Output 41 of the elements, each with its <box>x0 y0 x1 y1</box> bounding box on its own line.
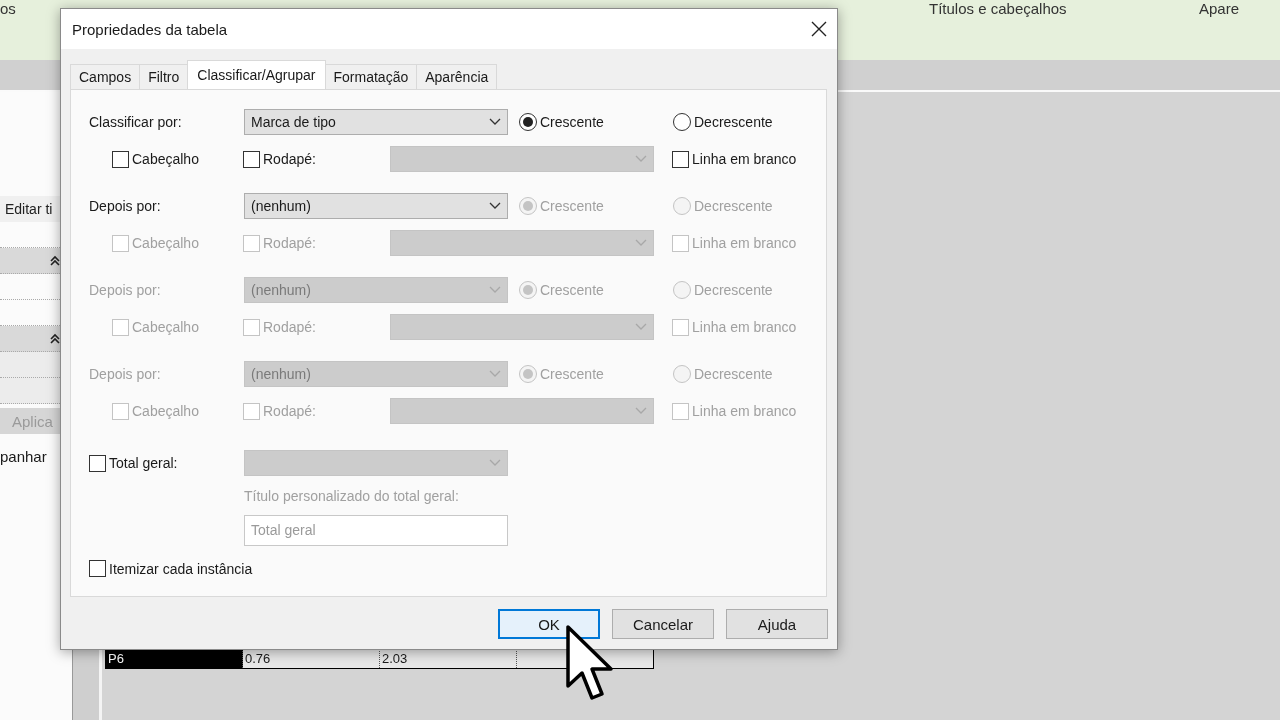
sort-label: Depois por: <box>89 366 162 382</box>
grand-total-dropdown[interactable] <box>244 450 508 476</box>
dialog-button[interactable]: Ajuda <box>726 609 828 639</box>
chevron-down-icon <box>489 286 501 294</box>
ribbon-panel-title: os <box>0 0 16 17</box>
dialog-title: Propriedades da tabela <box>72 20 228 38</box>
sort-label: Depois por: <box>89 198 162 214</box>
dialog-button[interactable]: Cancelar <box>612 609 714 639</box>
ribbon-panel-title: Apare <box>1199 0 1240 17</box>
order-radio[interactable]: Crescente <box>519 113 673 131</box>
chevron-down-icon <box>489 459 501 467</box>
chevron-down-icon <box>489 118 501 126</box>
chevron-down-icon <box>635 323 647 331</box>
dialog-button[interactable]: OK <box>498 609 600 639</box>
header-checkbox[interactable]: Cabeçalho <box>112 150 243 168</box>
tab[interactable]: Classificar/Agrupar <box>187 60 326 89</box>
collapse-icon[interactable] <box>50 254 60 267</box>
chevron-down-icon <box>489 370 501 378</box>
collapse-icon[interactable] <box>50 332 60 345</box>
close-icon[interactable] <box>811 21 827 37</box>
footer-checkbox[interactable]: Rodapé: <box>243 150 390 168</box>
tab[interactable]: Aparência <box>416 64 498 89</box>
sort-field-dropdown[interactable]: Marca de tipo <box>244 109 508 135</box>
chevron-down-icon <box>489 202 501 210</box>
tab[interactable]: Campos <box>70 64 141 89</box>
blank-line-checkbox[interactable]: Linha em branco <box>672 150 797 168</box>
ribbon-panel-title: Títulos e cabeçalhos <box>929 0 1067 17</box>
sort-label: Classificar por: <box>89 114 183 130</box>
order-radio[interactable]: Decrescente <box>673 113 773 131</box>
grand-total-checkbox[interactable]: Total geral: <box>89 454 244 472</box>
footer-dropdown[interactable] <box>390 146 654 172</box>
footer-dropdown[interactable] <box>390 314 654 340</box>
chevron-down-icon <box>635 239 647 247</box>
chevron-down-icon <box>635 407 647 415</box>
itemize-checkbox[interactable]: Itemizar cada instância <box>89 560 826 577</box>
sort-field-dropdown[interactable]: (nenhum) <box>244 193 508 219</box>
grand-total-caption: Título personalizado do total geral: <box>244 488 460 504</box>
footer-dropdown[interactable] <box>390 230 654 256</box>
sort-label: Depois por: <box>89 282 162 298</box>
footer-dropdown[interactable] <box>390 398 654 424</box>
chevron-down-icon <box>635 155 647 163</box>
